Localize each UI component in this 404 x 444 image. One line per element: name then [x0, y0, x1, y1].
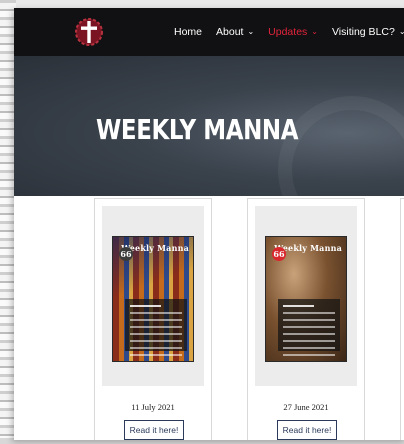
quote-icon: 66	[272, 247, 286, 261]
card-date: 27 June 2021	[283, 402, 329, 412]
chevron-down-icon: ⌄	[398, 26, 404, 36]
read-it-here-button[interactable]: Read it here!	[124, 420, 184, 440]
manna-card: Weekly Manna 66 11 July 2021 Read it her…	[94, 198, 212, 440]
nav-menu: Home About ⌄ Updates ⌄ Visiting BLC? ⌄	[174, 8, 404, 56]
poster-text-block	[278, 299, 340, 356]
card-date: 11 July 2021	[131, 402, 175, 412]
manna-card-partial	[400, 198, 404, 440]
chevron-down-icon: ⌄	[311, 26, 318, 36]
page-title: WEEKLY MANNA	[96, 113, 299, 146]
nav-item-visiting-blc[interactable]: Visiting BLC? ⌄	[332, 26, 404, 38]
manna-poster-image[interactable]: Weekly Manna 66	[112, 236, 194, 362]
nav-item-label: Updates	[268, 26, 308, 38]
quote-icon: 66	[119, 247, 133, 261]
card-thumbnail[interactable]: Weekly Manna 66	[255, 206, 357, 386]
nav-item-updates[interactable]: Updates ⌄	[268, 26, 318, 38]
card-thumbnail[interactable]: Weekly Manna 66	[102, 206, 204, 386]
nav-item-label: Visiting BLC?	[331, 26, 395, 38]
nav-item-home[interactable]: Home	[174, 26, 202, 38]
manna-poster-image[interactable]: Weekly Manna 66	[265, 236, 347, 362]
nav-item-about[interactable]: About ⌄	[216, 26, 254, 38]
top-navigation: Home About ⌄ Updates ⌄ Visiting BLC? ⌄	[14, 8, 404, 56]
nav-item-label: Home	[174, 26, 203, 38]
chevron-down-icon: ⌄	[247, 26, 255, 36]
manna-card: Weekly Manna 66 27 June 2021 Read it her…	[247, 198, 365, 440]
nav-item-label: About	[216, 26, 244, 38]
browser-page: Home About ⌄ Updates ⌄ Visiting BLC? ⌄ W…	[14, 8, 404, 440]
read-it-here-button[interactable]: Read it here!	[277, 420, 337, 440]
poster-text-block	[125, 299, 187, 356]
church-logo-icon[interactable]	[72, 17, 106, 47]
hero-banner: WEEKLY MANNA	[14, 56, 404, 196]
